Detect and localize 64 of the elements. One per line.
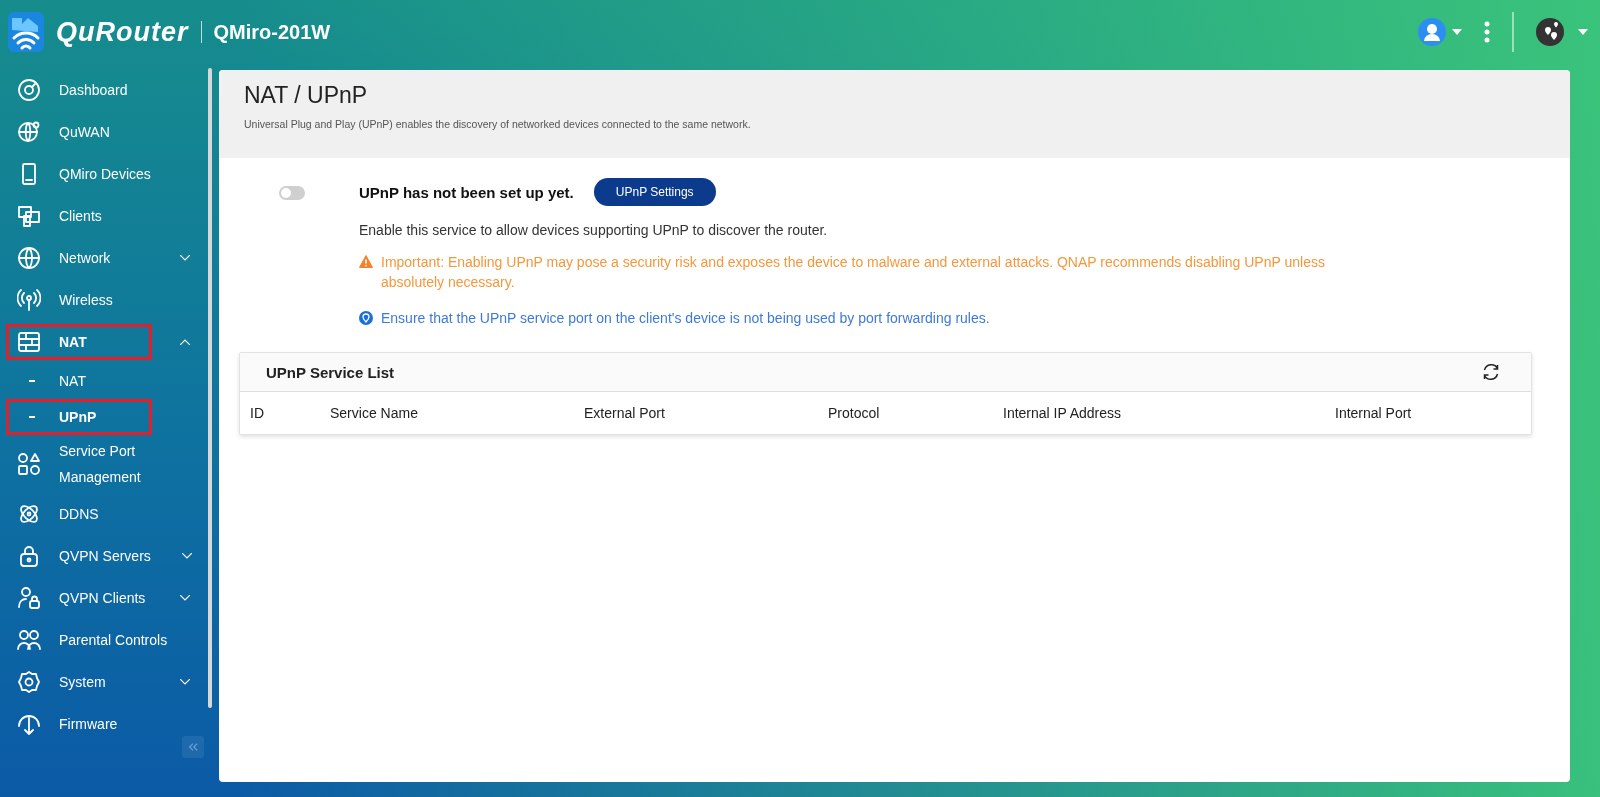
atom-icon (17, 502, 41, 526)
account-menu-button[interactable] (1418, 18, 1462, 46)
sidebar-item[interactable]: QVPN Servers (0, 535, 200, 577)
upnp-status-text: UPnP has not been set up yet. (359, 183, 574, 201)
user-lock-icon (17, 586, 41, 610)
map-pins-icon (1536, 18, 1564, 46)
refresh-button[interactable] (1481, 362, 1501, 382)
chevron-icon (180, 339, 190, 345)
padlock-icon (17, 544, 41, 568)
shapes-icon (17, 452, 41, 476)
double-chevron-icon (188, 742, 198, 752)
column-header: Internal IP Address (1003, 405, 1123, 421)
info-pin-icon (359, 311, 373, 325)
kebab-menu-icon (1484, 21, 1490, 43)
upnp-description: Enable this service to allow devices supporting UPnP to discover the router. (359, 222, 829, 238)
dashboard-icon (17, 78, 41, 102)
caret-icon (1452, 29, 1462, 35)
refresh-icon (1481, 362, 1501, 382)
sidebar-subitem[interactable]: NAT (0, 363, 200, 399)
sidebar-item[interactable]: QVPN Clients (0, 577, 200, 619)
sidebar-item[interactable]: Network (0, 237, 200, 279)
column-header: ID (250, 405, 265, 421)
brick-wall-icon (17, 330, 41, 354)
panel-title: UPnP Service List (266, 363, 395, 381)
note-text: Ensure that the UPnP service port on the client's device is not being used by port forwarding rules. (381, 309, 990, 328)
more-menu-button[interactable] (1484, 21, 1490, 43)
sidebar-item[interactable]: System (0, 661, 200, 703)
column-header: Service Name (330, 405, 419, 421)
sidebar-item[interactable]: DDNS (0, 493, 200, 535)
brand-logo: QuRouter (56, 16, 189, 48)
globe-icon (17, 246, 41, 270)
column-header: Internal Port (1335, 405, 1413, 421)
sidebar-item[interactable]: Service Port Management (0, 435, 200, 493)
globe-pin-icon (17, 120, 41, 144)
chevron-icon (181, 553, 192, 559)
chevron-icon (180, 255, 190, 261)
chevron-icon (180, 595, 190, 601)
router-logo-icon (8, 12, 44, 52)
cloud-arrow-icon (17, 712, 41, 736)
sidebar-item[interactable]: Dashboard (0, 69, 200, 111)
monitors-icon (17, 204, 41, 228)
chevron-icon (180, 679, 190, 685)
column-header: External Port (584, 405, 666, 421)
gear-icon (17, 670, 41, 694)
warning-icon (359, 255, 373, 269)
sidebar-item[interactable]: QMiro Devices (0, 153, 200, 195)
caret-icon (1578, 29, 1588, 35)
page-title: NAT / UPnP (244, 82, 369, 109)
sidebar-item[interactable]: Firmware (0, 703, 200, 742)
sidebar-item[interactable]: Parental Controls (0, 619, 200, 661)
sidebar-item[interactable]: QuWAN (0, 111, 200, 153)
collapse-sidebar-button[interactable] (182, 736, 204, 758)
user-avatar-icon (1418, 18, 1446, 46)
device-name: QMiro-201W (213, 20, 331, 44)
antenna-icon (17, 288, 41, 312)
sidebar-item[interactable]: Wireless (0, 279, 200, 321)
users-icon (17, 628, 41, 652)
upnp-settings-button[interactable]: UPnP Settings (593, 178, 716, 206)
location-menu-button[interactable] (1536, 18, 1588, 46)
column-header: Protocol (828, 405, 881, 421)
warning-text: Important: Enabling UPnP may pose a security risk and exposes the device to malware and external attacks. QNAP recommends disabling UPnP unless absolutely necessary. (381, 253, 1326, 292)
sidebar-item[interactable]: Clients (0, 195, 200, 237)
upnp-toggle[interactable] (279, 186, 305, 200)
page-subtitle: Universal Plug and Play (UPnP) enables the discovery of networked devices connected to the same network. (244, 118, 752, 130)
